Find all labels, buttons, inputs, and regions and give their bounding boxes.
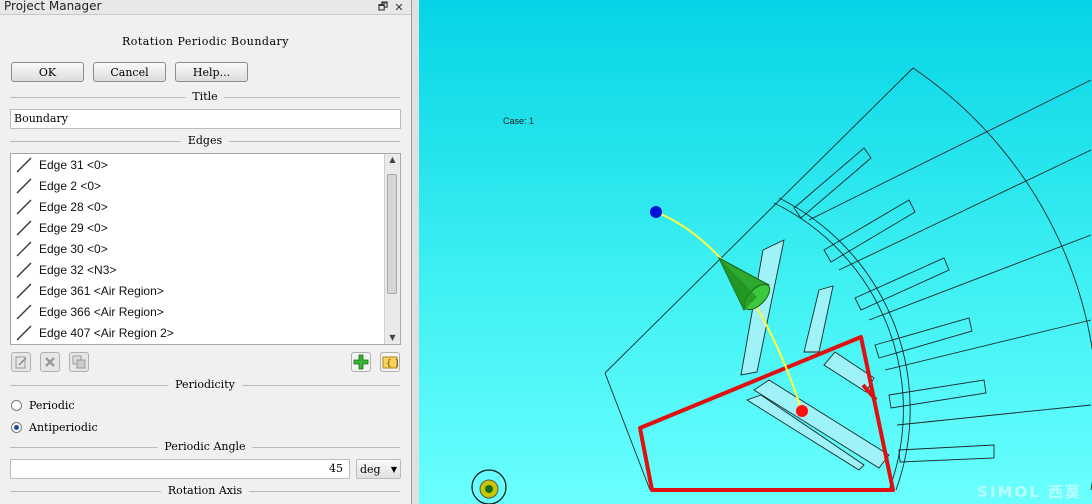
title-section-header: Title	[10, 90, 400, 103]
dialog-title: Rotation Periodic Boundary	[121, 35, 289, 48]
panel-title: Project Manager	[4, 0, 102, 13]
list-item[interactable]: Edge 28 <0>	[11, 196, 400, 217]
edge-line-icon	[16, 283, 32, 298]
edges-scrollbar[interactable]: ▲ ▼	[384, 154, 400, 344]
periodicity-section-header: Periodicity	[10, 378, 400, 391]
edge-line-icon	[16, 241, 32, 256]
edge-label: Edge 366 <Air Region>	[39, 304, 164, 319]
edge-line-icon	[16, 199, 32, 214]
help-button[interactable]: Help...	[175, 62, 248, 82]
antiperiodic-radio-label: Antiperiodic	[29, 421, 98, 434]
add-edge-icon[interactable]	[351, 352, 371, 372]
edge-label: Edge 28 <0>	[39, 199, 108, 214]
motor-geometry	[471, 67, 1092, 504]
close-icon[interactable]: ✕	[391, 1, 407, 14]
antiperiodic-radio[interactable]: Antiperiodic	[11, 421, 98, 434]
restore-icon[interactable]: 🗗	[375, 0, 391, 17]
ok-button[interactable]: OK	[11, 62, 84, 82]
model-viewport[interactable]: Case: 1 SIMOL 西莫	[419, 0, 1092, 504]
edit-icon[interactable]	[11, 352, 31, 372]
edges-section-header: Edges	[10, 134, 400, 147]
edge-label: Edge 31 <0>	[39, 157, 108, 172]
edge-label: Edge 32 <N3>	[39, 262, 117, 277]
copy-icon[interactable]	[69, 352, 89, 372]
edges-section-label: Edges	[180, 134, 230, 147]
scroll-up-icon[interactable]: ▲	[385, 154, 400, 166]
stator-rotor-lines	[604, 67, 1092, 491]
stator-slots	[793, 79, 1092, 463]
list-item[interactable]: Edge 32 <N3>	[11, 259, 400, 280]
splitter[interactable]	[412, 0, 419, 504]
scroll-thumb[interactable]	[387, 174, 397, 294]
edge-label: Edge 29 <0>	[39, 220, 108, 235]
start-point-marker[interactable]	[650, 206, 662, 218]
angle-input[interactable]: 45	[10, 459, 350, 479]
origin-icon[interactable]	[471, 469, 507, 504]
angle-section-header: Periodic Angle	[10, 440, 400, 453]
list-item[interactable]: Edge 30 <0>	[11, 238, 400, 259]
list-item[interactable]: Edge 2 <0>	[11, 175, 400, 196]
list-item[interactable]: Edge 366 <Air Region>	[11, 301, 400, 322]
edge-label: Edge 2 <0>	[39, 178, 102, 193]
svg-text:{ }: { }	[386, 359, 398, 369]
select-edge-icon[interactable]: { }	[380, 352, 400, 372]
antiperiodic-radio-circle[interactable]	[11, 422, 22, 433]
list-item[interactable]: Edge 29 <0>	[11, 217, 400, 238]
periodic-radio-label: Periodic	[29, 399, 75, 412]
end-point-marker[interactable]	[796, 405, 808, 417]
edge-line-icon	[16, 325, 32, 340]
angle-section-label: Periodic Angle	[157, 440, 253, 453]
periodicity-section-label: Periodicity	[168, 378, 242, 391]
list-item[interactable]: Edge 361 <Air Region>	[11, 280, 400, 301]
list-item[interactable]: Edge 407 <Air Region 2>	[11, 322, 400, 343]
title-section-label: Title	[185, 90, 225, 103]
cancel-button[interactable]: Cancel	[93, 62, 166, 82]
list-item[interactable]: Edge 31 <0>	[11, 154, 400, 175]
edge-label: Edge 407 <Air Region 2>	[39, 325, 174, 340]
edge-line-icon	[16, 178, 32, 193]
edge-label: Edge 361 <Air Region>	[39, 283, 164, 298]
edge-line-icon	[16, 157, 32, 172]
angle-unit-select[interactable]: deg ▼	[356, 459, 401, 479]
edge-label: Edge 30 <0>	[39, 241, 108, 256]
delete-icon[interactable]	[40, 352, 60, 372]
axis-section-header: Rotation Axis	[10, 484, 400, 497]
chevron-down-icon: ▼	[390, 464, 397, 474]
edge-line-icon	[16, 220, 32, 235]
periodic-radio[interactable]: Periodic	[11, 399, 75, 412]
edge-line-icon	[16, 262, 32, 277]
watermark: SIMOL 西莫	[977, 483, 1082, 501]
panel-titlebar: Project Manager 🗗 ✕	[0, 0, 411, 15]
angle-unit-value: deg	[360, 462, 381, 476]
project-manager-panel: Project Manager 🗗 ✕ Rotation Periodic Bo…	[0, 0, 412, 504]
edges-list[interactable]: Edge 31 <0> Edge 2 <0> Edge 28 <0> Edge …	[10, 153, 401, 345]
scroll-down-icon[interactable]: ▼	[385, 332, 400, 344]
title-input[interactable]: Boundary	[10, 109, 401, 129]
edge-line-icon	[16, 304, 32, 319]
axis-section-label: Rotation Axis	[160, 484, 250, 497]
periodic-radio-circle[interactable]	[11, 400, 22, 411]
